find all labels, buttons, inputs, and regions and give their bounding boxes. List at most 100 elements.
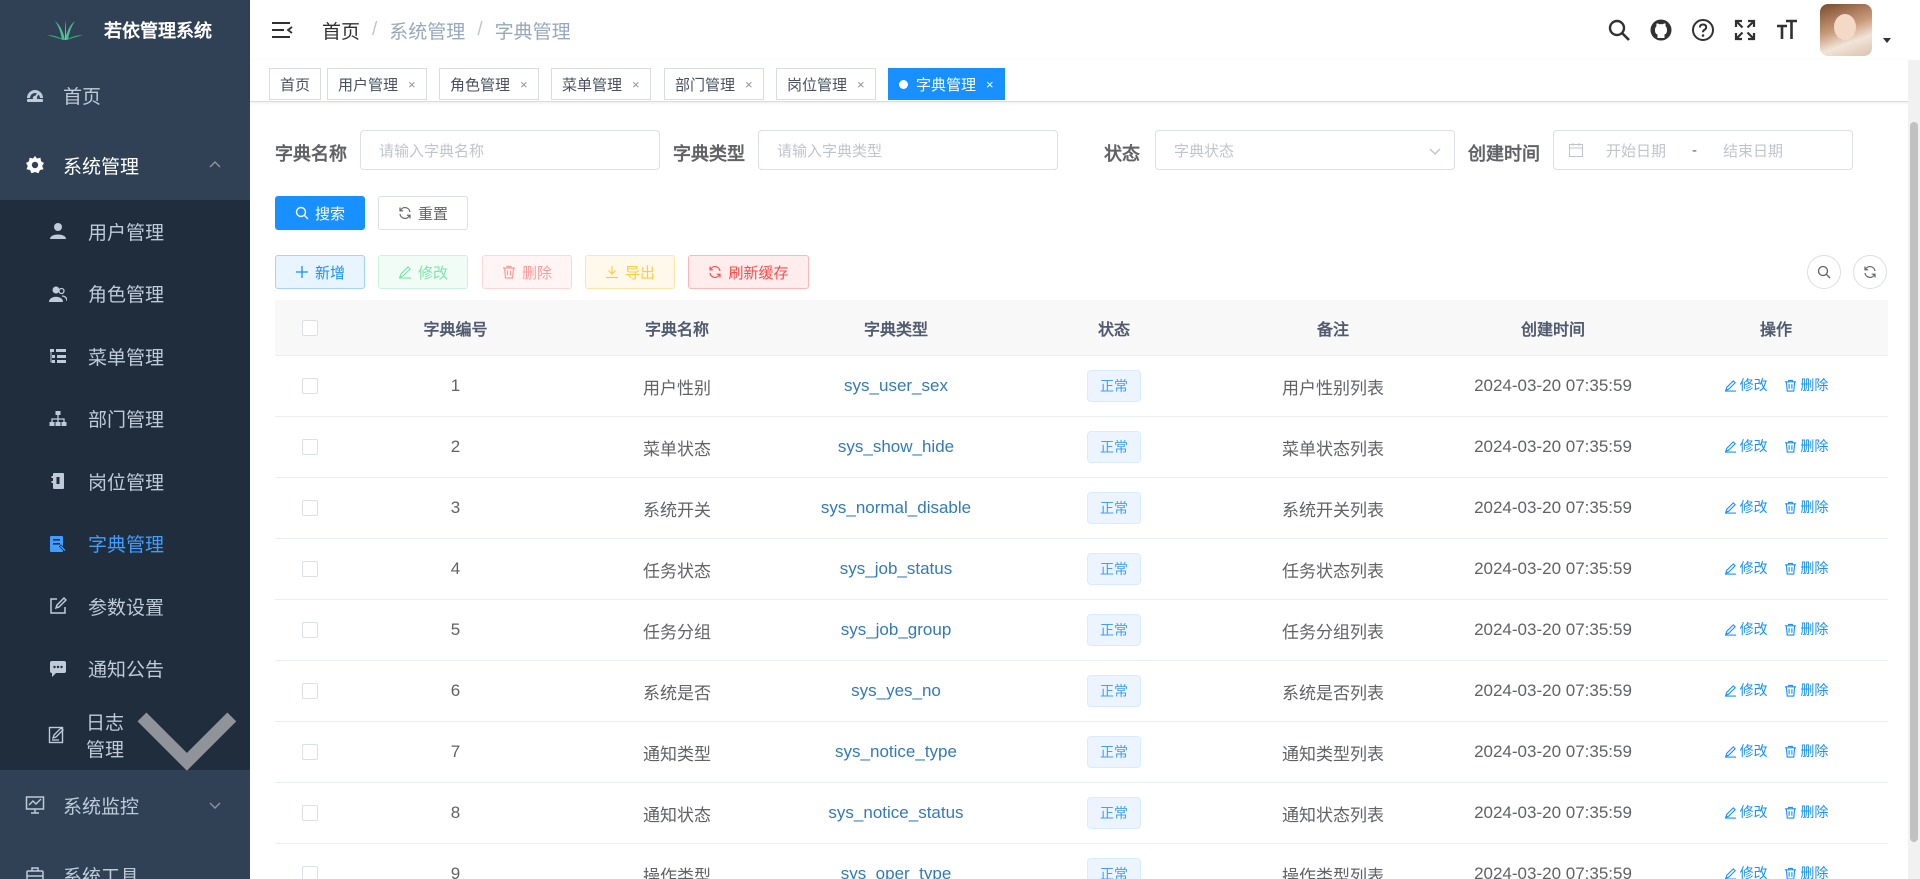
cell-dict-type[interactable]: sys_job_group <box>788 620 1004 640</box>
export-button[interactable]: 导出 <box>585 255 675 289</box>
search-icon[interactable] <box>1606 17 1632 43</box>
close-icon[interactable]: × <box>632 77 640 92</box>
row-checkbox-cell <box>275 744 345 760</box>
search-button[interactable]: 搜索 <box>275 196 365 230</box>
main-content: 字典名称 请输入字典名称 字典类型 请输入字典类型 状态 字典状态 创建时间 开… <box>250 102 1920 879</box>
sidebar-item-tool[interactable]: 系统工具 <box>0 840 250 879</box>
edit-button[interactable]: 修改 <box>378 255 468 289</box>
app-title: 若依管理系统 <box>104 21 212 41</box>
cell-dict-type[interactable]: sys_user_sex <box>788 376 1004 396</box>
row-checkbox-cell <box>275 683 345 699</box>
sidebar-item-user[interactable]: 用户管理 <box>0 200 250 263</box>
status-select[interactable]: 字典状态 <box>1155 130 1455 170</box>
sidebar-item-home[interactable]: 首页 <box>0 60 250 130</box>
row-delete-link[interactable]: 删除 <box>1784 558 1828 578</box>
row-edit-link[interactable]: 修改 <box>1724 802 1768 822</box>
hamburger-icon[interactable] <box>270 18 294 42</box>
scrollbar[interactable] <box>1908 60 1920 879</box>
dict-name-input[interactable]: 请输入字典名称 <box>360 130 660 170</box>
cell-dict-type[interactable]: sys_notice_status <box>788 803 1004 823</box>
row-edit-link[interactable]: 修改 <box>1724 863 1768 879</box>
row-checkbox[interactable] <box>302 622 318 638</box>
avatar[interactable] <box>1820 4 1872 56</box>
row-edit-link[interactable]: 修改 <box>1724 619 1768 639</box>
tag-role[interactable]: 角色管理 × <box>439 68 539 100</box>
close-icon[interactable]: × <box>986 77 994 92</box>
cell-dict-type[interactable]: sys_notice_type <box>788 742 1004 762</box>
sidebar-item-config[interactable]: 参数设置 <box>0 575 250 638</box>
row-delete-link[interactable]: 删除 <box>1784 375 1828 395</box>
select-all-checkbox[interactable] <box>302 319 318 336</box>
tag-dict[interactable]: 字典管理 × <box>888 68 1005 100</box>
close-icon[interactable]: × <box>857 77 865 92</box>
refresh-table-button[interactable] <box>1853 255 1887 289</box>
sidebar-item-post[interactable]: 岗位管理 <box>0 450 250 513</box>
row-checkbox[interactable] <box>302 500 318 516</box>
row-checkbox[interactable] <box>302 561 318 577</box>
row-checkbox[interactable] <box>302 805 318 821</box>
row-checkbox[interactable] <box>302 378 318 394</box>
row-edit-link[interactable]: 修改 <box>1724 680 1768 700</box>
sidebar-item-menu[interactable]: 菜单管理 <box>0 325 250 388</box>
row-delete-link[interactable]: 删除 <box>1784 802 1828 822</box>
row-delete-link[interactable]: 删除 <box>1784 680 1828 700</box>
reset-button[interactable]: 重置 <box>378 196 468 230</box>
tag-dept[interactable]: 部门管理 × <box>664 68 764 100</box>
row-delete-link[interactable]: 删除 <box>1784 436 1828 456</box>
sidebar-item-dict[interactable]: 字典管理 <box>0 513 250 576</box>
toggle-search-button[interactable] <box>1807 255 1841 289</box>
dict-name-placeholder: 请输入字典名称 <box>379 142 485 160</box>
sidebar-item-system[interactable]: 系统管理 <box>0 130 250 200</box>
status-badge: 正常 <box>1087 797 1141 829</box>
row-checkbox[interactable] <box>302 683 318 699</box>
cell-dict-type[interactable]: sys_oper_type <box>788 864 1004 879</box>
dict-type-input[interactable]: 请输入字典类型 <box>758 130 1058 170</box>
cell-dict-type[interactable]: sys_normal_disable <box>788 498 1004 518</box>
row-delete-link[interactable]: 删除 <box>1784 497 1828 517</box>
breadcrumb-home[interactable]: 首页 <box>322 17 360 44</box>
sidebar-item-log[interactable]: 日志管理 <box>0 700 250 771</box>
sidebar-item-role[interactable]: 角色管理 <box>0 263 250 326</box>
row-edit-link[interactable]: 修改 <box>1724 741 1768 761</box>
status-badge: 正常 <box>1087 675 1141 707</box>
fullscreen-icon[interactable] <box>1732 17 1758 43</box>
row-edit-link[interactable]: 修改 <box>1724 558 1768 578</box>
tag-menu[interactable]: 菜单管理 × <box>551 68 651 100</box>
sidebar-item-dept[interactable]: 部门管理 <box>0 388 250 451</box>
tag-post[interactable]: 岗位管理 × <box>776 68 876 100</box>
cell-dict-type[interactable]: sys_show_hide <box>788 437 1004 457</box>
edit-icon <box>1724 562 1736 575</box>
row-edit-link[interactable]: 修改 <box>1724 375 1768 395</box>
cell-dict-id: 8 <box>450 803 461 822</box>
row-edit-link[interactable]: 修改 <box>1724 497 1768 517</box>
font-size-icon[interactable] <box>1774 17 1800 43</box>
close-icon[interactable]: × <box>520 77 528 92</box>
trash-icon <box>1785 379 1797 392</box>
row-edit-link[interactable]: 修改 <box>1724 436 1768 456</box>
logo[interactable]: 若依管理系统 <box>0 0 250 60</box>
row-delete-link[interactable]: 删除 <box>1784 619 1828 639</box>
scrollbar-thumb[interactable] <box>1910 122 1918 842</box>
question-icon[interactable] <box>1690 17 1716 43</box>
caret-down-icon[interactable] <box>1882 35 1892 45</box>
sidebar-item-monitor[interactable]: 系统监控 <box>0 770 250 840</box>
row-checkbox[interactable] <box>302 744 318 760</box>
cell-dict-type[interactable]: sys_yes_no <box>788 681 1004 701</box>
row-checkbox[interactable] <box>302 439 318 455</box>
delete-button[interactable]: 删除 <box>482 255 572 289</box>
close-icon[interactable]: × <box>745 77 753 92</box>
cell-dict-id: 3 <box>450 498 461 517</box>
github-icon[interactable] <box>1648 17 1674 43</box>
row-checkbox[interactable] <box>302 866 318 879</box>
row-delete-link[interactable]: 删除 <box>1784 863 1828 879</box>
cell-dict-type[interactable]: sys_job_status <box>788 559 1004 579</box>
tag-home[interactable]: 首页 <box>269 68 322 100</box>
date-range-picker[interactable]: 开始日期 - 结束日期 <box>1553 130 1853 170</box>
refresh-cache-button[interactable]: 刷新缓存 <box>688 255 809 289</box>
add-button[interactable]: 新增 <box>275 255 365 289</box>
row-edit-label: 修改 <box>1739 804 1768 821</box>
row-checkbox-cell <box>275 561 345 577</box>
close-icon[interactable]: × <box>408 77 416 92</box>
row-delete-link[interactable]: 删除 <box>1784 741 1828 761</box>
tag-user[interactable]: 用户管理 × <box>327 68 427 100</box>
